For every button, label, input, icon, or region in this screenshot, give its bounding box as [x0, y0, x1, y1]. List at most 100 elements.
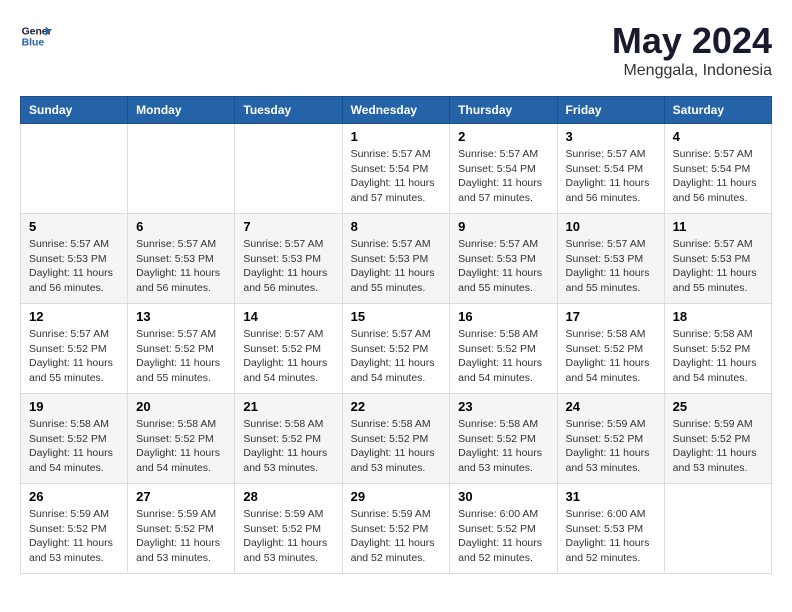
day-number: 23 — [458, 399, 548, 414]
day-number: 7 — [243, 219, 333, 234]
day-cell: 21Sunrise: 5:58 AMSunset: 5:52 PMDayligh… — [235, 394, 342, 484]
day-info: Sunrise: 6:00 AMSunset: 5:52 PMDaylight:… — [458, 508, 542, 564]
day-cell — [128, 124, 235, 214]
day-info: Sunrise: 5:57 AMSunset: 5:53 PMDaylight:… — [566, 238, 650, 294]
day-number: 29 — [351, 489, 442, 504]
week-row-4: 19Sunrise: 5:58 AMSunset: 5:52 PMDayligh… — [21, 394, 772, 484]
day-cell: 29 Sunrise: 5:59 AMSunset: 5:52 PMDayligh… — [342, 484, 450, 574]
logo-icon: General Blue — [20, 20, 52, 52]
logo: General Blue — [20, 20, 52, 52]
day-number: 11 — [673, 219, 763, 234]
day-header-tuesday: Tuesday — [235, 97, 342, 124]
day-cell: 26 Sunrise: 5:59 AMSunset: 5:52 PMDayligh… — [21, 484, 128, 574]
day-cell: 12Sunrise: 5:57 AMSunset: 5:52 PMDayligh… — [21, 304, 128, 394]
day-info: Sunrise: 5:59 AMSunset: 5:52 PMDaylight:… — [29, 508, 113, 564]
day-cell: 15Sunrise: 5:57 AMSunset: 5:52 PMDayligh… — [342, 304, 450, 394]
day-info: Sunrise: 5:58 AMSunset: 5:52 PMDaylight:… — [566, 328, 650, 384]
calendar-body: 1 Sunrise: 5:57 AMSunset: 5:54 PMDaylight… — [21, 124, 772, 574]
day-cell — [21, 124, 128, 214]
day-info: Sunrise: 5:59 AMSunset: 5:52 PMDaylight:… — [136, 508, 220, 564]
day-info: Sunrise: 5:57 AMSunset: 5:53 PMDaylight:… — [673, 238, 757, 294]
day-info: Sunrise: 5:57 AMSunset: 5:53 PMDaylight:… — [136, 238, 220, 294]
day-number: 24 — [566, 399, 656, 414]
day-info: Sunrise: 5:58 AMSunset: 5:52 PMDaylight:… — [458, 418, 542, 474]
day-cell: 19Sunrise: 5:58 AMSunset: 5:52 PMDayligh… — [21, 394, 128, 484]
day-number: 26 — [29, 489, 119, 504]
day-cell: 17 Sunrise: 5:58 AMSunset: 5:52 PMDayligh… — [557, 304, 664, 394]
day-number: 28 — [243, 489, 333, 504]
day-info: Sunrise: 6:00 AMSunset: 5:53 PMDaylight:… — [566, 508, 650, 564]
day-number: 31 — [566, 489, 656, 504]
day-info: Sunrise: 5:58 AMSunset: 5:52 PMDaylight:… — [29, 418, 113, 474]
day-number: 1 — [351, 129, 442, 144]
day-info: Sunrise: 5:58 AMSunset: 5:52 PMDaylight:… — [243, 418, 327, 474]
day-info: Sunrise: 5:59 AMSunset: 5:52 PMDaylight:… — [351, 508, 435, 564]
day-cell: 13 Sunrise: 5:57 AMSunset: 5:52 PMDayligh… — [128, 304, 235, 394]
subtitle: Menggala, Indonesia — [612, 62, 772, 80]
day-cell: 25Sunrise: 5:59 AMSunset: 5:52 PMDayligh… — [664, 394, 771, 484]
day-number: 3 — [566, 129, 656, 144]
day-info: Sunrise: 5:59 AMSunset: 5:52 PMDaylight:… — [243, 508, 327, 564]
day-number: 22 — [351, 399, 442, 414]
day-cell: 9 Sunrise: 5:57 AMSunset: 5:53 PMDaylight… — [450, 214, 557, 304]
week-row-3: 12Sunrise: 5:57 AMSunset: 5:52 PMDayligh… — [21, 304, 772, 394]
calendar-header: SundayMondayTuesdayWednesdayThursdayFrid… — [21, 97, 772, 124]
day-cell: 28 Sunrise: 5:59 AMSunset: 5:52 PMDayligh… — [235, 484, 342, 574]
day-info: Sunrise: 5:57 AMSunset: 5:52 PMDaylight:… — [243, 328, 327, 384]
day-cell: 6 Sunrise: 5:57 AMSunset: 5:53 PMDaylight… — [128, 214, 235, 304]
day-info: Sunrise: 5:57 AMSunset: 5:53 PMDaylight:… — [243, 238, 327, 294]
day-cell: 7 Sunrise: 5:57 AMSunset: 5:53 PMDaylight… — [235, 214, 342, 304]
day-cell: 20Sunrise: 5:58 AMSunset: 5:52 PMDayligh… — [128, 394, 235, 484]
week-row-5: 26 Sunrise: 5:59 AMSunset: 5:52 PMDayligh… — [21, 484, 772, 574]
day-number: 6 — [136, 219, 226, 234]
day-cell: 22 Sunrise: 5:58 AMSunset: 5:52 PMDayligh… — [342, 394, 450, 484]
day-info: Sunrise: 5:57 AMSunset: 5:53 PMDaylight:… — [29, 238, 113, 294]
day-cell: 3Sunrise: 5:57 AMSunset: 5:54 PMDaylight… — [557, 124, 664, 214]
day-info: Sunrise: 5:59 AMSunset: 5:52 PMDaylight:… — [566, 418, 650, 474]
day-header-wednesday: Wednesday — [342, 97, 450, 124]
day-cell: 1 Sunrise: 5:57 AMSunset: 5:54 PMDaylight… — [342, 124, 450, 214]
day-cell: 24 Sunrise: 5:59 AMSunset: 5:52 PMDayligh… — [557, 394, 664, 484]
day-header-monday: Monday — [128, 97, 235, 124]
day-info: Sunrise: 5:57 AMSunset: 5:52 PMDaylight:… — [136, 328, 220, 384]
page-header: General Blue May 2024 Menggala, Indonesi… — [20, 20, 772, 80]
day-info: Sunrise: 5:57 AMSunset: 5:54 PMDaylight:… — [673, 148, 757, 204]
day-cell: 18Sunrise: 5:58 AMSunset: 5:52 PMDayligh… — [664, 304, 771, 394]
day-number: 30 — [458, 489, 548, 504]
day-number: 8 — [351, 219, 442, 234]
day-cell: 31 Sunrise: 6:00 AMSunset: 5:53 PMDayligh… — [557, 484, 664, 574]
day-cell: 11 Sunrise: 5:57 AMSunset: 5:53 PMDayligh… — [664, 214, 771, 304]
day-cell: 27 Sunrise: 5:59 AMSunset: 5:52 PMDayligh… — [128, 484, 235, 574]
day-info: Sunrise: 5:57 AMSunset: 5:54 PMDaylight:… — [458, 148, 542, 204]
svg-text:Blue: Blue — [22, 38, 45, 49]
day-info: Sunrise: 5:59 AMSunset: 5:52 PMDaylight:… — [673, 418, 757, 474]
day-info: Sunrise: 5:58 AMSunset: 5:52 PMDaylight:… — [458, 328, 542, 384]
day-number: 9 — [458, 219, 548, 234]
day-cell: 5Sunrise: 5:57 AMSunset: 5:53 PMDaylight… — [21, 214, 128, 304]
day-cell: 2 Sunrise: 5:57 AMSunset: 5:54 PMDaylight… — [450, 124, 557, 214]
header-row: SundayMondayTuesdayWednesdayThursdayFrid… — [21, 97, 772, 124]
day-number: 20 — [136, 399, 226, 414]
day-info: Sunrise: 5:58 AMSunset: 5:52 PMDaylight:… — [351, 418, 435, 474]
calendar-table: SundayMondayTuesdayWednesdayThursdayFrid… — [20, 96, 772, 574]
day-number: 10 — [566, 219, 656, 234]
day-cell — [235, 124, 342, 214]
week-row-2: 5Sunrise: 5:57 AMSunset: 5:53 PMDaylight… — [21, 214, 772, 304]
day-number: 13 — [136, 309, 226, 324]
day-number: 17 — [566, 309, 656, 324]
day-info: Sunrise: 5:57 AMSunset: 5:52 PMDaylight:… — [351, 328, 435, 384]
day-header-thursday: Thursday — [450, 97, 557, 124]
day-header-sunday: Sunday — [21, 97, 128, 124]
day-cell: 16Sunrise: 5:58 AMSunset: 5:52 PMDayligh… — [450, 304, 557, 394]
day-info: Sunrise: 5:57 AMSunset: 5:53 PMDaylight:… — [458, 238, 542, 294]
day-number: 27 — [136, 489, 226, 504]
day-cell: 30 Sunrise: 6:00 AMSunset: 5:52 PMDayligh… — [450, 484, 557, 574]
day-cell: 4 Sunrise: 5:57 AMSunset: 5:54 PMDaylight… — [664, 124, 771, 214]
week-row-1: 1 Sunrise: 5:57 AMSunset: 5:54 PMDaylight… — [21, 124, 772, 214]
day-header-friday: Friday — [557, 97, 664, 124]
title-block: May 2024 Menggala, Indonesia — [612, 20, 772, 80]
day-info: Sunrise: 5:57 AMSunset: 5:54 PMDaylight:… — [351, 148, 435, 204]
day-number: 4 — [673, 129, 763, 144]
day-number: 2 — [458, 129, 548, 144]
day-info: Sunrise: 5:58 AMSunset: 5:52 PMDaylight:… — [673, 328, 757, 384]
